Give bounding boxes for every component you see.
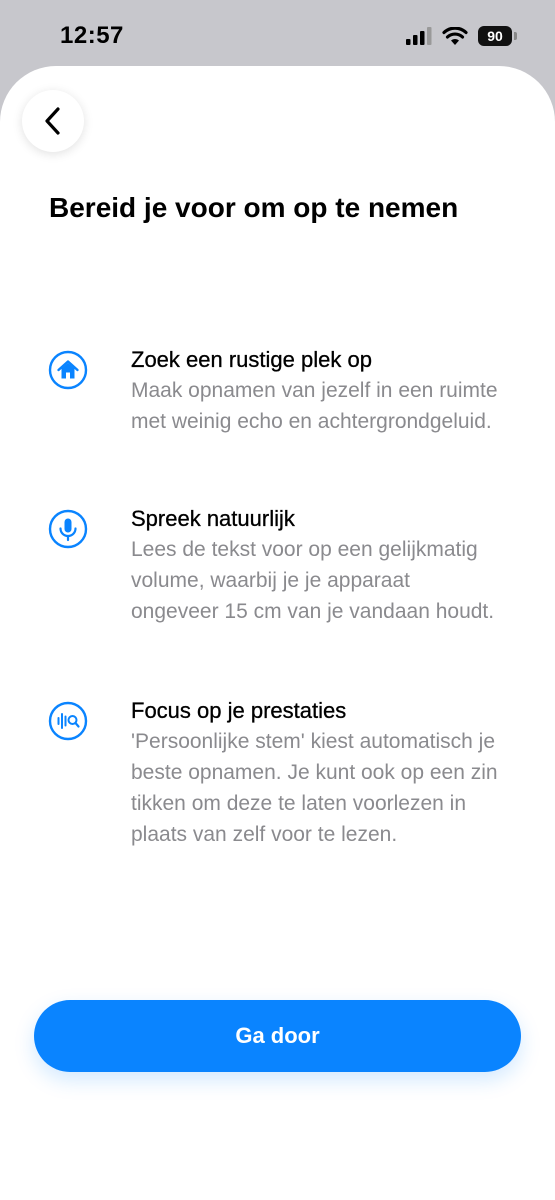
tip-description: Lees de tekst voor op een gelijkmatig vo…: [131, 538, 495, 623]
waveform-search-icon: [48, 701, 88, 741]
continue-button[interactable]: Ga door: [34, 1000, 521, 1072]
back-button[interactable]: [22, 90, 84, 152]
tip-title: Spreek natuurlijk: [131, 506, 295, 531]
tip-title: Zoek een rustige plek op: [131, 347, 372, 372]
battery-level: 90: [478, 26, 512, 46]
tip-title: Focus op je prestaties: [131, 698, 347, 723]
sheet: Bereid je voor om op te nemen Zoek een r…: [0, 66, 555, 1200]
chevron-left-icon: [45, 107, 60, 135]
wifi-icon: [442, 26, 468, 45]
cellular-signal-icon: [406, 27, 432, 45]
status-icons: 90: [406, 26, 517, 46]
tip-description: Maak opnamen van jezelf in een ruimte me…: [131, 379, 498, 433]
status-time: 12:57: [60, 22, 124, 49]
battery-icon: 90: [478, 26, 517, 46]
microphone-icon: [48, 509, 88, 549]
page-title: Bereid je voor om op te nemen: [49, 192, 459, 223]
house-icon: [48, 350, 88, 390]
tip-description: 'Persoonlijke stem' kiest automatisch je…: [131, 730, 498, 846]
status-bar: 12:57 90: [0, 0, 555, 70]
